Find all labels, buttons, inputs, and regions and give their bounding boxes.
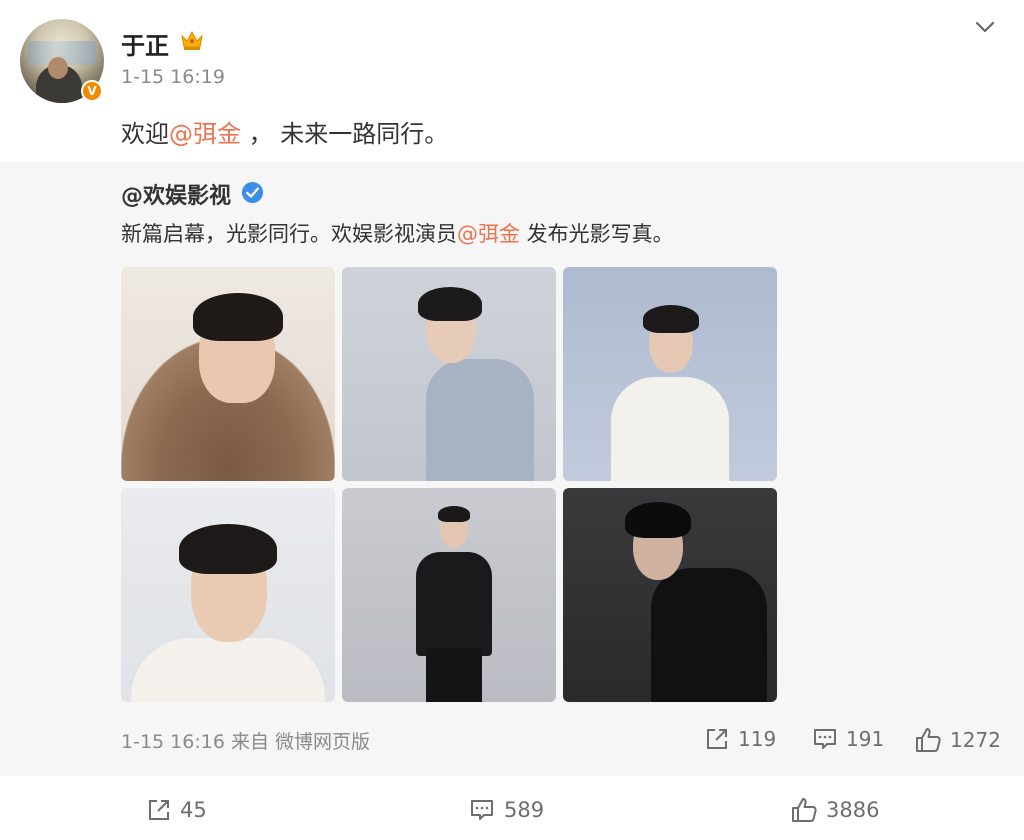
repost-comment-count: 191 <box>846 727 885 751</box>
chevron-down-icon[interactable] <box>972 14 998 40</box>
repost-like-button[interactable]: 1272 <box>914 726 1001 754</box>
repost-text: 新篇启幕，光影同行。欢娱影视演员@弭金 发布光影写真。 <box>121 218 674 248</box>
repost-text-prefix: 新篇启幕，光影同行。欢娱影视演员 <box>121 222 457 246</box>
repost-text-suffix: 发布光影写真。 <box>520 222 674 246</box>
repost-comment-button[interactable]: 191 <box>812 726 884 752</box>
post-text: 欢迎@弭金 ， 未来一路同行。 <box>121 114 448 149</box>
share-icon <box>707 729 727 749</box>
photo-thumbnail-1[interactable] <box>121 267 335 481</box>
comment-count: 589 <box>504 798 545 822</box>
post-text-prefix: 欢迎 <box>121 120 169 148</box>
post-username[interactable]: 于正 <box>121 26 169 61</box>
like-count: 3886 <box>826 798 880 822</box>
repost-username[interactable]: @欢娱影视 <box>121 178 231 210</box>
repost-mention-link[interactable]: @弭金 <box>457 222 520 246</box>
repost-share-button[interactable]: 119 <box>704 726 776 752</box>
photo-thumbnail-6[interactable] <box>563 488 777 702</box>
like-icon <box>916 728 941 752</box>
comment-icon <box>471 800 493 820</box>
photo-thumbnail-2[interactable] <box>342 267 556 481</box>
verified-icon <box>241 181 264 204</box>
photo-thumbnail-4[interactable] <box>121 488 335 702</box>
comment-icon <box>814 729 836 749</box>
post-time[interactable]: 1-15 16:19 <box>121 66 225 88</box>
comment-button[interactable]: 589 <box>468 797 544 823</box>
repost-meta[interactable]: 1-15 16:16 来自 微博网页版 <box>121 727 370 754</box>
verified-badge-icon: V <box>81 80 103 102</box>
crown-icon <box>181 30 203 50</box>
post-text-suffix: ， 未来一路同行。 <box>241 120 449 148</box>
photo-thumbnail-5[interactable] <box>342 488 556 702</box>
photo-thumbnail-3[interactable] <box>563 267 777 481</box>
share-count: 45 <box>180 798 207 822</box>
repost-share-count: 119 <box>738 727 777 751</box>
share-button[interactable]: 45 <box>146 797 207 823</box>
avatar-head <box>48 57 68 79</box>
share-icon <box>149 800 169 820</box>
like-button[interactable]: 3886 <box>790 796 879 824</box>
repost-like-count: 1272 <box>950 728 1001 752</box>
like-icon <box>792 798 817 822</box>
post-mention-link[interactable]: @弭金 <box>169 120 241 148</box>
